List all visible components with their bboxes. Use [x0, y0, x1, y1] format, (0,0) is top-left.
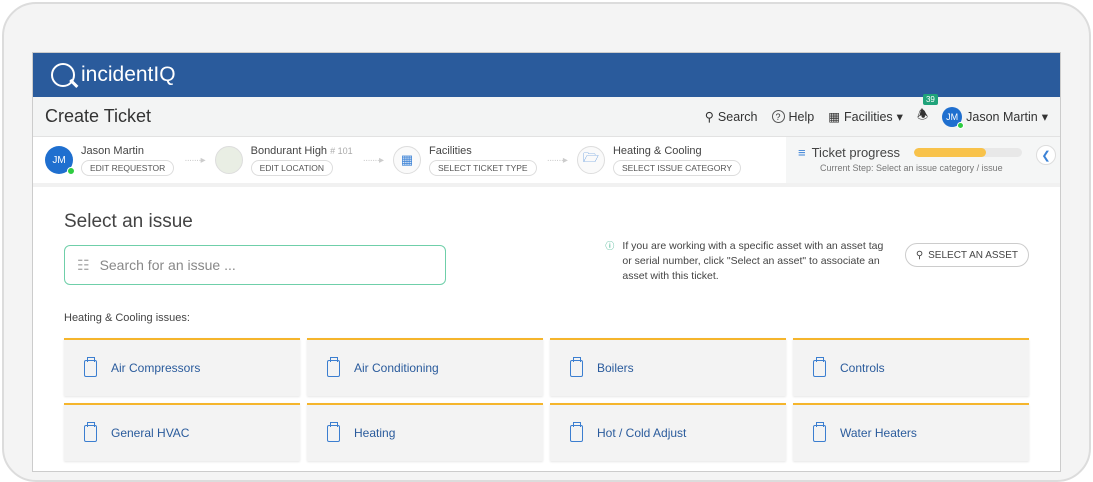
ticket-progress: ≡ Ticket progress Current Step: Select an… [786, 137, 1060, 183]
issue-card[interactable]: General HVAC [64, 403, 300, 461]
collapse-button[interactable]: ❮ [1036, 145, 1056, 165]
brand-logo[interactable]: incidentIQ [81, 63, 176, 87]
progress-bar [913, 148, 1022, 157]
arrow-icon: ·······▸ [362, 154, 384, 166]
facilities-dropdown[interactable]: ▦ Facilities ▾ [828, 109, 903, 125]
step-requestor: JM Jason Martin EDIT REQUESTOR [45, 145, 175, 176]
issue-card[interactable]: Water Heaters [793, 403, 1029, 461]
checklist-icon: ≡ [798, 145, 806, 160]
step-issue-category: 🗁 Heating & Cooling SELECT ISSUE CATEGORY [576, 145, 742, 176]
help-link[interactable]: ? Help [771, 110, 814, 124]
notifications-button[interactable]: 🕭 39 [916, 94, 938, 127]
top-bar: incidentIQ [33, 53, 1060, 97]
building-icon: ▦ [828, 110, 841, 124]
folder-icon: 🗁 [576, 146, 605, 174]
step-location: Bondurant High # 101 EDIT LOCATION [214, 145, 353, 176]
issue-card[interactable]: Air Conditioning [307, 338, 543, 396]
building-icon: ▦ [393, 146, 421, 174]
issue-card[interactable]: Air Compressors [64, 338, 300, 396]
issue-grid: Air Compressors Air Conditioning Boilers Co… [64, 338, 1029, 461]
ticket-steps: JM Jason Martin EDIT REQUESTOR ·······▸ B… [33, 137, 1060, 187]
hierarchy-icon: ☷ [77, 256, 90, 273]
select-issue-category-button[interactable]: SELECT ISSUE CATEGORY [612, 159, 742, 176]
help-icon: ? [771, 110, 785, 123]
bell-icon: 🕭 [916, 108, 929, 122]
select-ticket-type-button[interactable]: SELECT TICKET TYPE [429, 159, 537, 176]
search-icon: ⚲ [704, 110, 714, 124]
page-header: Create Ticket ⚲ Search ? Help ▦ Facilities ▾… [33, 94, 1060, 137]
logo-icon [51, 63, 75, 87]
select-asset-button[interactable]: ⚲ SELECT AN ASSET [904, 243, 1029, 267]
arrow-icon: ·······▸ [546, 154, 568, 166]
category-label: Heating & Cooling issues: [64, 312, 190, 324]
arrow-icon: ·······▸ [184, 154, 205, 166]
avatar: JM [45, 146, 75, 175]
search-icon: ⚲ [915, 249, 924, 261]
avatar: JM [942, 106, 965, 129]
edit-requestor-button[interactable]: EDIT REQUESTOR [81, 159, 175, 176]
clipboard-icon [813, 356, 826, 377]
clipboard-icon [327, 421, 340, 442]
app-window: incidentIQ Create Ticket ⚲ Search ? Help ▦… [32, 52, 1061, 472]
online-indicator [957, 121, 965, 129]
search-link[interactable]: ⚲ Search [704, 109, 758, 125]
notification-count: 39 [922, 94, 938, 105]
clipboard-icon [570, 356, 583, 377]
issue-card[interactable]: Boilers [550, 338, 786, 396]
issue-card[interactable]: Heating [307, 403, 543, 461]
asset-info: ⓘ If you are working with a specific asse… [605, 239, 895, 285]
clipboard-icon [570, 421, 583, 442]
page-title: Create Ticket [45, 106, 152, 126]
map-thumbnail [214, 146, 243, 174]
issue-search-input[interactable]: ☷ Search for an issue ... [64, 245, 446, 285]
clipboard-icon [813, 421, 826, 442]
issue-card[interactable]: Hot / Cold Adjust [550, 403, 786, 461]
clipboard-icon [84, 421, 97, 442]
step-ticket-type: ▦ Facilities SELECT TICKET TYPE [393, 145, 537, 176]
clipboard-icon [84, 356, 97, 377]
clipboard-icon [327, 356, 340, 377]
section-heading: Select an issue [64, 211, 193, 232]
main-content: Select an issue ☷ Search for an issue ...… [33, 211, 1060, 461]
issue-card[interactable]: Controls [793, 338, 1029, 396]
info-icon: ⓘ [605, 241, 615, 251]
user-menu[interactable]: JM Jason Martin ▾ [942, 106, 1048, 129]
edit-location-button[interactable]: EDIT LOCATION [250, 159, 333, 176]
